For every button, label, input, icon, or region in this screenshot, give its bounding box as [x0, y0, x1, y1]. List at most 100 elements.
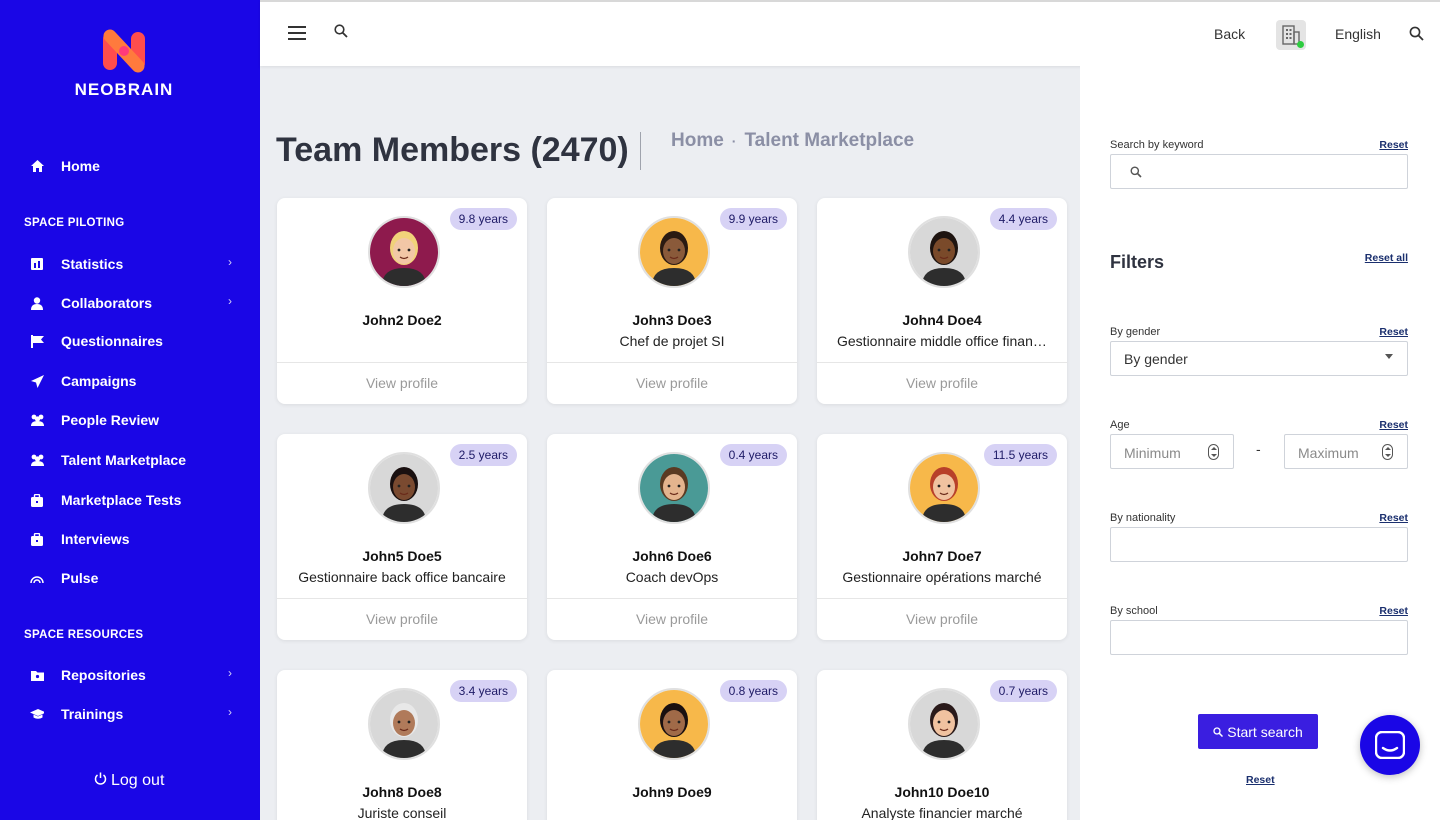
school-reset-link[interactable]: Reset: [1379, 605, 1408, 617]
language-selector[interactable]: English: [1335, 26, 1381, 42]
sidebar-item-talent-marketplace[interactable]: Talent Marketplace: [30, 449, 232, 471]
sidebar-item-interviews[interactable]: Interviews: [30, 528, 232, 550]
age-reset-link[interactable]: Reset: [1379, 419, 1408, 431]
member-card[interactable]: 0.7 years John10 Doe10 Analyste financie…: [817, 670, 1067, 820]
card-divider: [277, 598, 527, 599]
member-card[interactable]: 2.5 years John5 Doe5 Gestionnaire back o…: [277, 434, 527, 640]
logout-label: Log out: [111, 772, 164, 790]
avatar: [368, 688, 440, 760]
member-card[interactable]: 3.4 years John8 Doe8 Juriste conseil: [277, 670, 527, 820]
school-label: By school: [1110, 605, 1158, 617]
tenure-badge: 11.5 years: [984, 444, 1057, 466]
school-input[interactable]: [1110, 620, 1408, 655]
view-profile-link[interactable]: View profile: [547, 611, 797, 627]
sidebar: NEOBRAIN Home SPACE PILOTING Statistics …: [0, 0, 260, 820]
view-profile-link[interactable]: View profile: [277, 375, 527, 391]
tenure-badge: 9.9 years: [720, 208, 787, 230]
sidebar-item-label: Statistics: [61, 256, 123, 272]
chevron-right-icon: ›: [228, 294, 232, 308]
user-icon: [30, 296, 44, 310]
view-profile-link[interactable]: View profile: [817, 611, 1067, 627]
briefcase-icon: [30, 532, 44, 546]
card-divider: [277, 362, 527, 363]
member-card[interactable]: 4.4 years John4 Doe4 Gestionnaire middle…: [817, 198, 1067, 404]
gender-select[interactable]: By gender: [1110, 341, 1408, 376]
member-job: Gestionnaire back office bancaire: [277, 569, 527, 585]
avatar: [368, 216, 440, 288]
nationality-reset-link[interactable]: Reset: [1379, 512, 1408, 524]
member-name: John4 Doe4: [817, 312, 1067, 328]
sidebar-item-label: Collaborators: [61, 295, 152, 311]
sidebar-item-statistics[interactable]: Statistics ›: [30, 253, 232, 275]
sidebar-item-label: Campaigns: [61, 373, 136, 389]
flag-icon: [30, 334, 44, 348]
member-job: Gestionnaire middle office financier: [817, 333, 1067, 349]
title-divider: [640, 132, 641, 170]
graduation-cap-icon: [30, 707, 44, 721]
page-title: Team Members (2470): [276, 131, 629, 170]
menu-icon[interactable]: [288, 26, 306, 40]
member-card[interactable]: 9.9 years John3 Doe3 Chef de projet SI V…: [547, 198, 797, 404]
sidebar-item-label: People Review: [61, 412, 159, 428]
organization-switcher[interactable]: [1276, 20, 1306, 50]
member-name: John5 Doe5: [277, 548, 527, 564]
start-search-button[interactable]: Start search: [1198, 714, 1318, 749]
view-profile-link[interactable]: View profile: [547, 375, 797, 391]
sidebar-item-collaborators[interactable]: Collaborators ›: [30, 292, 232, 314]
nationality-input[interactable]: [1110, 527, 1408, 562]
avatar: [908, 452, 980, 524]
neobrain-logo[interactable]: NEOBRAIN: [72, 28, 176, 100]
age-range-separator: -: [1256, 441, 1261, 457]
rainbow-icon: [30, 571, 44, 585]
sidebar-item-people-review[interactable]: People Review: [30, 409, 232, 431]
sidebar-item-home[interactable]: Home: [30, 155, 232, 177]
gender-label: By gender: [1110, 326, 1160, 338]
sidebar-item-pulse[interactable]: Pulse: [30, 567, 232, 589]
folder-icon: [30, 668, 44, 682]
search-icon[interactable]: [334, 24, 348, 43]
stepper-icon[interactable]: [1208, 444, 1219, 460]
chat-launcher-button[interactable]: [1360, 715, 1420, 775]
gender-reset-link[interactable]: Reset: [1379, 326, 1408, 338]
stepper-icon[interactable]: [1382, 444, 1393, 460]
sidebar-item-campaigns[interactable]: Campaigns: [30, 370, 232, 392]
age-max-input[interactable]: Maximum: [1284, 434, 1408, 469]
age-min-placeholder: Minimum: [1124, 445, 1181, 461]
sidebar-item-repositories[interactable]: Repositories ›: [30, 664, 232, 686]
member-job: Coach devOps: [547, 569, 797, 585]
member-card[interactable]: 9.8 years John2 Doe2 View profile: [277, 198, 527, 404]
tenure-badge: 2.5 years: [450, 444, 517, 466]
age-min-input[interactable]: Minimum: [1110, 434, 1234, 469]
reset-all-link[interactable]: Reset all: [1365, 252, 1408, 264]
logout-button[interactable]: Log out: [94, 772, 164, 790]
breadcrumb-home[interactable]: Home: [671, 130, 724, 152]
search-icon[interactable]: [1409, 26, 1424, 46]
online-status-dot: [1297, 41, 1304, 48]
start-search-label: Start search: [1227, 724, 1302, 740]
card-divider: [817, 362, 1067, 363]
view-profile-link[interactable]: View profile: [277, 611, 527, 627]
member-job: Chef de projet SI: [547, 333, 797, 349]
tenure-badge: 0.7 years: [990, 680, 1057, 702]
sidebar-item-label: Questionnaires: [61, 333, 163, 349]
member-job: Juriste conseil: [277, 805, 527, 820]
avatar: [638, 452, 710, 524]
member-card[interactable]: 11.5 years John7 Doe7 Gestionnaire opéra…: [817, 434, 1067, 640]
keyword-label: Search by keyword: [1110, 139, 1204, 151]
sidebar-item-questionnaires[interactable]: Questionnaires: [30, 330, 232, 352]
member-card[interactable]: 0.4 years John6 Doe6 Coach devOps View p…: [547, 434, 797, 640]
back-button[interactable]: Back: [1214, 26, 1245, 42]
keyword-reset-link[interactable]: Reset: [1379, 139, 1408, 151]
sidebar-item-marketplace-tests[interactable]: Marketplace Tests: [30, 489, 232, 511]
member-card[interactable]: 0.8 years John9 Doe9: [547, 670, 797, 820]
tenure-badge: 3.4 years: [450, 680, 517, 702]
filters-title: Filters: [1110, 252, 1164, 273]
paper-plane-icon: [30, 374, 44, 388]
reset-search-link[interactable]: Reset: [1246, 774, 1275, 786]
search-icon: [1130, 166, 1142, 178]
sidebar-item-label: Home: [61, 158, 100, 174]
view-profile-link[interactable]: View profile: [817, 375, 1067, 391]
age-max-placeholder: Maximum: [1298, 445, 1359, 461]
sidebar-item-trainings[interactable]: Trainings ›: [30, 703, 232, 725]
keyword-search-input[interactable]: [1110, 154, 1408, 189]
